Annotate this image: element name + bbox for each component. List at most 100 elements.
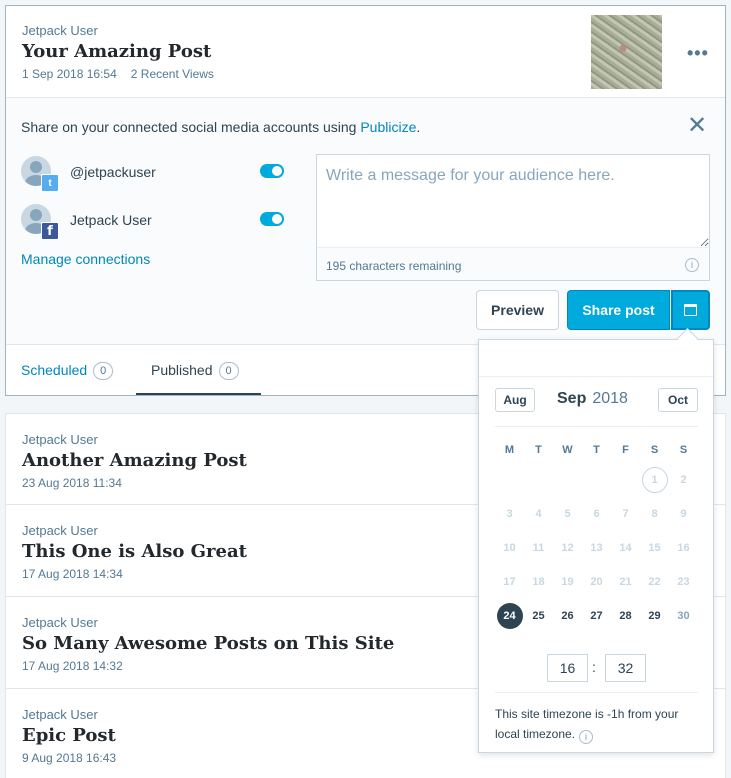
post-date: 1 Sep 2018 16:54: [22, 67, 117, 81]
schedule-button[interactable]: [671, 290, 710, 330]
tab-scheduled[interactable]: Scheduled 0: [21, 362, 114, 380]
calendar-day: 19: [561, 576, 574, 588]
publicize-link[interactable]: Publicize: [360, 119, 416, 135]
minute-input[interactable]: 32: [605, 654, 646, 682]
post-meta: 1 Sep 2018 16:54 2 Recent Views: [22, 67, 214, 81]
calendar-day: 23: [677, 576, 690, 588]
twitter-icon: t: [41, 174, 59, 192]
calendar-day[interactable]: 25: [526, 603, 552, 629]
calendar-day: 11: [532, 542, 545, 554]
connection-toggle[interactable]: [260, 212, 284, 226]
calendar-cell: 12: [553, 535, 582, 561]
count-badge: 0: [93, 362, 114, 380]
prev-month-button[interactable]: Aug: [495, 388, 535, 412]
calendar-day: 14: [619, 542, 632, 554]
post-header: Jetpack User Your Amazing Post 1 Sep 201…: [22, 23, 214, 81]
calendar-cell: 14: [611, 535, 640, 561]
calendar-cell: 1: [640, 467, 669, 493]
connection-name: Jetpack User: [70, 212, 152, 228]
calendar-day[interactable]: 28: [613, 603, 639, 629]
chars-remaining: 195 characters remaining: [326, 259, 462, 273]
tab-published[interactable]: Published 0: [151, 362, 239, 380]
calendar-day: 16: [677, 542, 690, 554]
calendar-day[interactable]: 30: [671, 603, 697, 629]
calendar-day[interactable]: 26: [555, 603, 581, 629]
calendar-cell: 11: [524, 535, 553, 561]
calendar-day[interactable]: 29: [642, 603, 668, 629]
post-title[interactable]: Your Amazing Post: [22, 41, 214, 62]
post-author: Jetpack User: [22, 23, 98, 38]
calendar-cell: 23: [669, 569, 698, 595]
calendar-day: 17: [503, 576, 516, 588]
calendar-week: 12: [495, 463, 698, 497]
share-panel: Share on your connected social media acc…: [6, 97, 725, 345]
calendar-day[interactable]: 24: [496, 603, 523, 629]
connection-twitter: t @jetpackuser: [21, 156, 291, 196]
calendar-day: 2: [680, 474, 687, 486]
calendar-day: 6: [593, 508, 600, 520]
hour-input[interactable]: 16: [547, 654, 588, 682]
calendar-cell: 10: [495, 535, 524, 561]
current-month: Sep 2018: [557, 390, 628, 407]
message-footer: 195 characters remaining i: [317, 247, 709, 280]
calendar-cell: 19: [553, 569, 582, 595]
calendar-cell: 26: [553, 603, 582, 629]
info-icon[interactable]: i: [685, 258, 699, 272]
facebook-icon: f: [41, 222, 59, 240]
more-options-icon[interactable]: •••: [687, 44, 709, 62]
weekday-label: F: [622, 444, 629, 456]
calendar-cell: 16: [669, 535, 698, 561]
calendar-week: 24 25 26 27 28 29 30: [495, 599, 698, 633]
calendar-cell: 7: [611, 501, 640, 527]
count-badge: 0: [218, 362, 239, 380]
calendar-cell: 30: [669, 603, 698, 629]
calendar-cell: 4: [524, 501, 553, 527]
calendar-icon: [684, 304, 697, 316]
post-thumbnail: [591, 15, 662, 89]
message-input[interactable]: [317, 155, 709, 247]
post-views[interactable]: 2 Recent Views: [131, 67, 214, 81]
calendar-cell: 28: [611, 603, 640, 629]
weekday-label: S: [679, 444, 688, 456]
weekday-label: W: [562, 444, 573, 456]
connection-toggle[interactable]: [260, 164, 284, 178]
share-intro: Share on your connected social media acc…: [21, 119, 421, 135]
calendar-day: 20: [590, 576, 603, 588]
calendar-day: 12: [561, 542, 574, 554]
calendar-cell: 9: [669, 501, 698, 527]
post-card: Jetpack User Your Amazing Post 1 Sep 201…: [5, 5, 726, 396]
calendar-cell: 5: [553, 501, 582, 527]
calendar-cell: 29: [640, 603, 669, 629]
calendar-cell: 2: [669, 467, 698, 493]
weekday-header: MTWTFSS: [495, 437, 698, 463]
divider: [495, 426, 698, 427]
weekday-label: M: [504, 444, 515, 456]
calendar-day[interactable]: 1: [641, 467, 668, 493]
share-post-button[interactable]: Share post: [567, 290, 670, 330]
calendar-cell: 8: [640, 501, 669, 527]
weekday-label: T: [593, 444, 600, 456]
calendar-day: 3: [506, 508, 513, 520]
close-icon[interactable]: ✕: [687, 114, 707, 138]
post-date: 9 Aug 2018 16:43: [22, 751, 117, 765]
calendar-cell: 6: [582, 501, 611, 527]
calendar-day: 15: [648, 542, 661, 554]
next-month-button[interactable]: Oct: [658, 388, 698, 412]
calendar-cell: 3: [495, 501, 524, 527]
weekday-label: T: [535, 444, 542, 456]
manage-connections-link[interactable]: Manage connections: [21, 251, 150, 267]
calendar-week: 3 4 5 6 7 8 9: [495, 497, 698, 531]
calendar-day: 10: [503, 542, 516, 554]
calendar-day: 9: [680, 508, 687, 520]
connection-facebook: f Jetpack User: [21, 204, 291, 244]
info-icon[interactable]: i: [579, 730, 594, 744]
message-box: 195 characters remaining i: [316, 154, 710, 281]
calendar-cell: 25: [524, 603, 553, 629]
calendar-cell: 24: [495, 603, 524, 629]
calendar-cell: 15: [640, 535, 669, 561]
divider: [479, 376, 713, 377]
preview-button[interactable]: Preview: [476, 290, 559, 330]
calendar-day[interactable]: 27: [584, 603, 610, 629]
divider: [495, 692, 698, 693]
calendar-day: 5: [564, 508, 571, 520]
